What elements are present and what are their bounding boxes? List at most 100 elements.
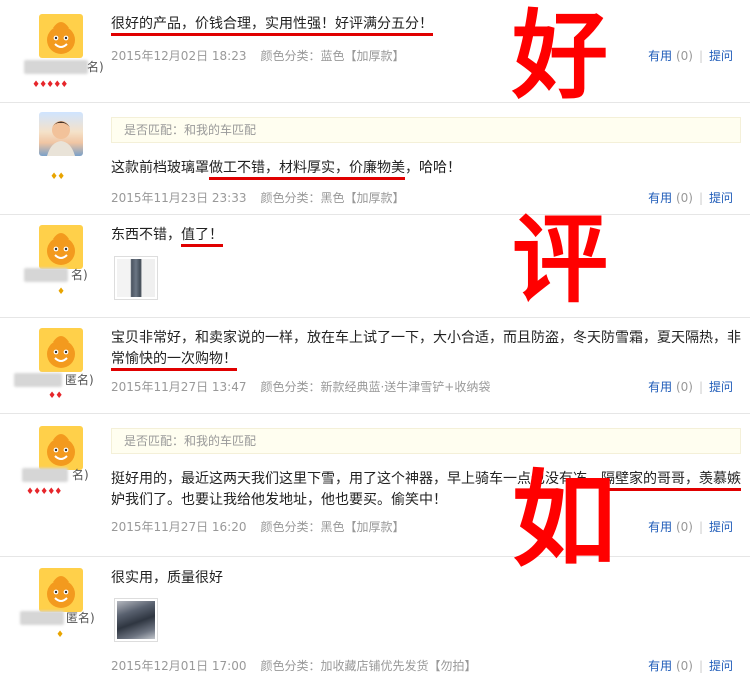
highlighted-text: 值了！ xyxy=(181,227,223,247)
avatar[interactable] xyxy=(39,328,83,372)
useful-button[interactable]: 有用 xyxy=(648,380,672,394)
avatar[interactable] xyxy=(39,14,83,58)
review-spec: 颜色分类：新款经典蓝·送牛津雪铲+收纳袋 xyxy=(260,380,491,394)
nickname-blurred xyxy=(22,468,68,482)
nickname-blurred xyxy=(20,611,64,625)
overlay-char-2: 评 xyxy=(512,203,608,316)
useful-count: (0) xyxy=(675,380,693,394)
review-item: 名) ♦ 东西不错，值了！ xyxy=(0,215,750,318)
review-date: 2015年12月02日 18:23 xyxy=(111,49,247,63)
avatar[interactable] xyxy=(39,112,83,156)
review-item: 名) ♦♦♦♦♦ 是否匹配：和我的车匹配 挺好用的，最近这两天我们这里下雪，用了… xyxy=(0,414,750,557)
overlay-char-1: 好 xyxy=(512,0,608,112)
review-text: 东西不错，值了！ xyxy=(111,225,741,247)
nickname-suffix: 名) xyxy=(71,268,88,282)
review-item: 匿名) ♦♦ 宝贝非常好，和卖家说的一样，放在车上试了一下，大小合适，而且防盗，… xyxy=(0,318,750,414)
review-text: 宝贝非常好，和卖家说的一样，放在车上试了一下，大小合适，而且防盗，冬天防雪霜，夏… xyxy=(111,328,741,371)
divider: | xyxy=(698,49,703,63)
nickname-blurred xyxy=(24,268,68,282)
highlighted-text: 做工不错，材料厚实，价廉物美 xyxy=(209,160,405,180)
highlighted-text: 很好的产品，价钱合理，实用性强！好评满分五分！ xyxy=(111,16,433,36)
review-item: 名) ♦♦♦♦♦ 很好的产品，价钱合理，实用性强！好评满分五分！ 2015年12… xyxy=(0,0,750,103)
useful-count: (0) xyxy=(675,191,693,205)
buyer-level-icon: ♦♦ xyxy=(48,391,63,401)
review-date: 2015年11月27日 16:20 xyxy=(111,520,247,534)
useful-count: (0) xyxy=(675,49,693,63)
ask-button[interactable]: 提问 xyxy=(709,191,733,205)
useful-button[interactable]: 有用 xyxy=(648,520,672,534)
review-actions: 有用 (0) | 提问 xyxy=(648,518,733,535)
car-match-note: 是否匹配：和我的车匹配 xyxy=(111,428,741,454)
avatar[interactable] xyxy=(39,225,83,269)
divider: | xyxy=(698,191,703,205)
review-actions: 有用 (0) | 提问 xyxy=(648,189,733,206)
user-photo-icon xyxy=(47,121,75,156)
review-meta: 2015年11月27日 13:47 颜色分类：新款经典蓝·送牛津雪铲+收纳袋 xyxy=(111,378,490,395)
useful-button[interactable]: 有用 xyxy=(648,659,672,673)
overlay-char-3: 如 xyxy=(512,458,617,581)
review-text-part: 宝贝非常好，和卖家说的一样，放在车上试了一下，大小合适，而且防盗，冬天防雪霜，夏… xyxy=(111,330,741,346)
default-avatar-icon xyxy=(39,328,83,372)
review-spec: 颜色分类：黑色【加厚款】 xyxy=(260,191,405,205)
review-text-part: ，哈哈！ xyxy=(405,160,461,176)
review-actions: 有用 (0) | 提问 xyxy=(648,47,733,64)
useful-button[interactable]: 有用 xyxy=(648,191,672,205)
review-spec: 颜色分类：加收藏店铺优先发货【勿拍】 xyxy=(260,659,477,673)
review-date: 2015年11月23日 23:33 xyxy=(111,191,247,205)
buyer-level-icon: ♦♦♦♦♦ xyxy=(32,80,68,90)
review-date: 2015年12月01日 17:00 xyxy=(111,659,247,673)
review-text: 很好的产品，价钱合理，实用性强！好评满分五分！ xyxy=(111,14,741,36)
review-spec: 颜色分类：蓝色【加厚款】 xyxy=(260,49,405,63)
car-match-note: 是否匹配：和我的车匹配 xyxy=(111,117,741,143)
useful-count: (0) xyxy=(675,659,693,673)
buyer-level-icon: ♦ xyxy=(56,630,64,640)
ask-button[interactable]: 提问 xyxy=(709,380,733,394)
nickname-suffix: 名) xyxy=(72,468,89,482)
avatar[interactable] xyxy=(39,568,83,612)
ask-button[interactable]: 提问 xyxy=(709,520,733,534)
ask-button[interactable]: 提问 xyxy=(709,49,733,63)
divider: | xyxy=(698,520,703,534)
nickname-suffix: 匿名) xyxy=(66,611,95,625)
divider: | xyxy=(698,659,703,673)
divider: | xyxy=(698,380,703,394)
review-meta: 2015年11月27日 16:20 颜色分类：黑色【加厚款】 xyxy=(111,518,405,535)
default-avatar-icon xyxy=(39,426,83,470)
default-avatar-icon xyxy=(39,225,83,269)
photo-image xyxy=(117,601,155,639)
default-avatar-icon xyxy=(39,568,83,612)
useful-count: (0) xyxy=(675,520,693,534)
ask-button[interactable]: 提问 xyxy=(709,659,733,673)
review-photo[interactable] xyxy=(114,256,158,300)
buyer-level-icon: ♦ xyxy=(57,287,65,297)
review-item: 匿名) ♦ 很实用，质量很好 2015年12月01日 17:00 颜色分类：加收藏… xyxy=(0,557,750,679)
nickname-blurred xyxy=(14,373,62,387)
review-text: 很实用，质量很好 xyxy=(111,568,741,589)
review-text-part: 很实用，质量很好 xyxy=(111,570,223,586)
review-spec: 颜色分类：黑色【加厚款】 xyxy=(260,520,405,534)
photo-image xyxy=(117,259,155,297)
review-text-part: 这款前档玻璃罩 xyxy=(111,160,209,176)
highlighted-text: 常愉快的一次购物！ xyxy=(111,351,237,371)
review-meta: 2015年12月01日 17:00 颜色分类：加收藏店铺优先发货【勿拍】 xyxy=(111,657,477,674)
review-text-part: 妒我们了。也要让我给他发地址，他也要买。偷笑中！ xyxy=(111,492,447,508)
nickname-suffix: 名) xyxy=(87,60,104,74)
review-date: 2015年11月27日 13:47 xyxy=(111,380,247,394)
review-text-part: 东西不错， xyxy=(111,227,181,243)
review-actions: 有用 (0) | 提问 xyxy=(648,657,733,674)
avatar[interactable] xyxy=(39,426,83,470)
review-photo[interactable] xyxy=(114,598,158,642)
nickname-blurred xyxy=(24,60,88,74)
review-text: 这款前档玻璃罩做工不错，材料厚实，价廉物美，哈哈！ xyxy=(111,158,741,180)
review-text: 挺好用的，最近这两天我们这里下雪，用了这个神器，早上骑车一点也没有冻，隔壁家的哥… xyxy=(111,469,741,511)
useful-button[interactable]: 有用 xyxy=(648,49,672,63)
buyer-level-icon: ♦♦ xyxy=(50,172,65,182)
review-actions: 有用 (0) | 提问 xyxy=(648,378,733,395)
buyer-level-icon: ♦♦♦♦♦ xyxy=(26,487,62,497)
nickname-suffix: 匿名) xyxy=(65,373,94,387)
review-meta: 2015年11月23日 23:33 颜色分类：黑色【加厚款】 xyxy=(111,189,405,206)
review-item: ♦♦ 是否匹配：和我的车匹配 这款前档玻璃罩做工不错，材料厚实，价廉物美，哈哈！… xyxy=(0,103,750,215)
default-avatar-icon xyxy=(39,14,83,58)
highlighted-text: 隔壁家的哥哥，羡慕嫉 xyxy=(601,471,741,491)
review-meta: 2015年12月02日 18:23 颜色分类：蓝色【加厚款】 xyxy=(111,47,405,64)
